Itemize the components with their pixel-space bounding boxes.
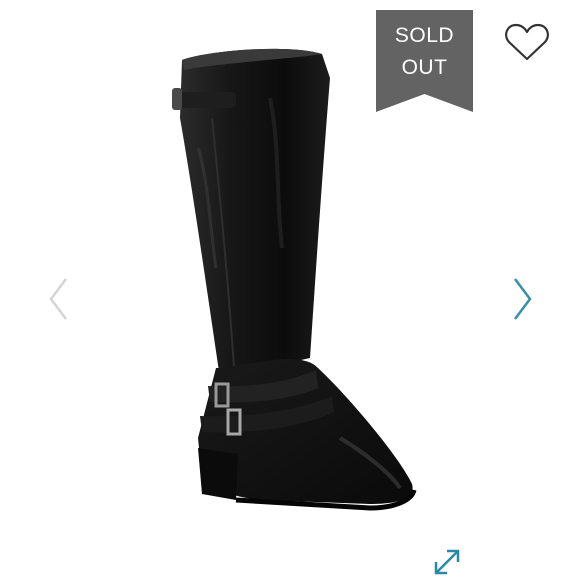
heart-outline-icon[interactable] bbox=[504, 22, 550, 62]
sold-out-line-2: OUT bbox=[401, 56, 448, 79]
sold-out-badge: SOLD OUT bbox=[376, 10, 473, 112]
chevron-left-icon[interactable] bbox=[47, 276, 69, 322]
chevron-right-icon[interactable] bbox=[512, 276, 534, 322]
product-image-viewer: SOLD OUT bbox=[0, 0, 579, 580]
expand-diagonal-icon[interactable] bbox=[433, 548, 461, 576]
sold-out-line-1: SOLD bbox=[394, 24, 455, 47]
sold-out-label: SOLD OUT bbox=[376, 20, 473, 84]
